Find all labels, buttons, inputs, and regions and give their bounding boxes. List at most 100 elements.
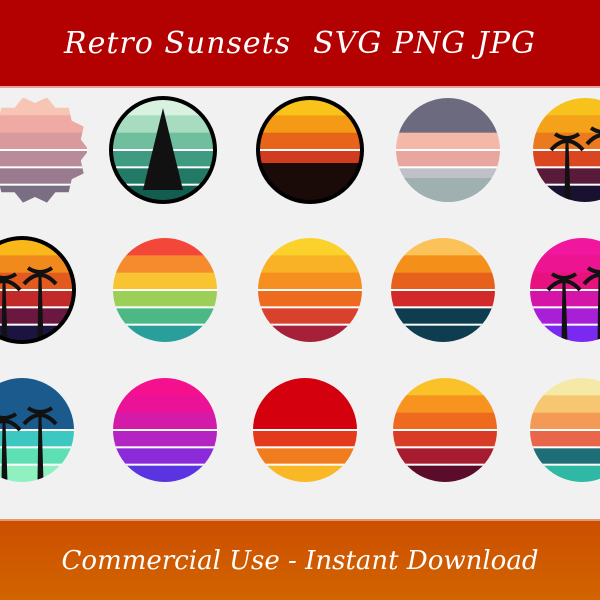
stripe-gap: [253, 446, 357, 449]
footer-banner: Commercial Use - Instant Download: [0, 519, 600, 600]
sunset-badge: [113, 238, 217, 342]
stripe-gap: [113, 323, 217, 326]
sunset-stripe: [113, 430, 217, 448]
sunset-stripe: [533, 115, 600, 134]
sunset-stripe: [253, 395, 357, 414]
stripe-gap: [253, 463, 357, 466]
sunset-badge: [396, 98, 500, 202]
stripe-gap: [530, 463, 600, 466]
sunset-stripe: [393, 395, 497, 414]
sunset-stripe: [113, 307, 217, 326]
footer-text: Commercial Use - Instant Download: [61, 545, 539, 576]
sunset-stripe: [530, 395, 600, 414]
sunset-stripe: [391, 238, 495, 256]
sunset-badge: [0, 378, 74, 482]
sunset-badge: [530, 378, 600, 482]
sunset-stripe: [253, 430, 357, 448]
sunset-stripe: [258, 272, 362, 291]
sunset-stripe: [253, 378, 357, 396]
stripe-gap: [393, 429, 497, 431]
sunset-stripe: [0, 290, 74, 308]
sunset-stripe: [258, 307, 362, 326]
stripe-gap: [0, 429, 74, 431]
sunset-stripe: [258, 238, 362, 256]
stripe-gap: [0, 463, 74, 466]
stripe-gap: [393, 463, 497, 466]
sunset-stripe: [396, 98, 500, 116]
stripe-gap: [396, 149, 500, 151]
sunset-stripe: [393, 378, 497, 396]
sunset-stripe: [0, 167, 87, 186]
sunset-badge: [253, 378, 357, 482]
sunset-grid: [0, 96, 600, 482]
sunset-stripe: [391, 290, 495, 308]
sunset-stripe: [393, 464, 497, 482]
palm-trunk: [561, 281, 568, 342]
stripe-gap: [258, 149, 362, 151]
sunset-badge: [0, 98, 87, 203]
sunset-badge: [113, 378, 217, 482]
stripe-gap: [396, 166, 500, 169]
stripe-gap: [0, 446, 74, 449]
treeline-icon: [396, 178, 500, 202]
stripe-gap: [391, 323, 495, 326]
sunset-stripe: [530, 447, 600, 466]
palm-trunk: [37, 275, 44, 342]
sunset-stripe: [258, 324, 362, 342]
sunset-badge: [533, 98, 600, 202]
palm-trunk: [1, 281, 8, 342]
sunset-stripe: [393, 412, 497, 431]
sunset-badge: [0, 236, 76, 344]
stripe-gap: [113, 289, 217, 291]
sunset-stripe: [113, 447, 217, 466]
stripe-gap: [391, 289, 495, 291]
sunset-stripe: [258, 132, 362, 151]
sunset-badge: [391, 238, 495, 342]
sunset-stripe: [391, 307, 495, 326]
stripe-gap: [113, 463, 217, 466]
sunset-stripe: [113, 412, 217, 431]
sunset-stripe: [113, 238, 217, 256]
sunset-stripe: [533, 98, 600, 116]
sunset-badge: [393, 378, 497, 482]
sunset-stripe: [393, 430, 497, 448]
sunset-stripe: [0, 150, 87, 168]
treeline-icon: [258, 163, 362, 202]
stripe-gap: [113, 306, 217, 309]
stripe-gap: [258, 306, 362, 309]
sunset-stripe: [113, 395, 217, 414]
palm-trunk: [1, 421, 8, 482]
sunset-stripe: [530, 430, 600, 448]
stripe-gap: [258, 323, 362, 326]
sunset-stripe: [258, 115, 362, 134]
sunset-stripe: [391, 272, 495, 291]
sunset-stripe: [530, 464, 600, 482]
sunset-stripe: [0, 115, 87, 134]
stripe-gap: [0, 166, 87, 169]
stripe-gap: [530, 429, 600, 431]
sunset-stripe: [0, 464, 74, 482]
sunset-stripe: [253, 412, 357, 431]
palm-trunk: [564, 141, 571, 202]
stripe-gap: [530, 446, 600, 449]
stripe-gap: [253, 429, 357, 431]
sunset-badge: [530, 238, 600, 342]
sunset-stripe: [0, 378, 74, 396]
sunset-stripe: [113, 324, 217, 342]
sunset-badge: [258, 238, 362, 342]
sunset-stripe: [113, 255, 217, 274]
sunset-stripe: [396, 150, 500, 168]
sunset-stripe: [253, 447, 357, 466]
stripe-gap: [393, 446, 497, 449]
sunset-stripe: [396, 115, 500, 134]
sunset-stripe: [393, 447, 497, 466]
sunset-stripe: [530, 412, 600, 431]
sunset-stripe: [113, 272, 217, 291]
sunset-badge: [256, 96, 364, 204]
sunset-stripe: [113, 378, 217, 396]
sunset-stripe: [113, 290, 217, 308]
sunset-stripe: [258, 290, 362, 308]
header-banner: Retro Sunsets SVG PNG JPG: [0, 0, 600, 88]
stripe-gap: [0, 183, 87, 186]
sunset-stripe: [0, 132, 87, 151]
